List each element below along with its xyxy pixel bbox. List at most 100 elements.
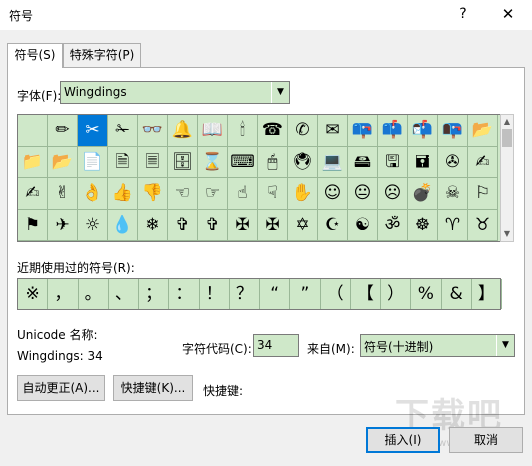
symbol-cell[interactable]: 📖 [198, 115, 228, 147]
insert-button[interactable]: 插入(I) [366, 427, 440, 453]
symbol-cell[interactable]: ☸ [408, 209, 438, 241]
close-button[interactable]: ✕ [496, 3, 520, 25]
chevron-down-icon[interactable]: ▼ [496, 335, 514, 356]
recent-symbol-cell[interactable]: % [411, 279, 442, 309]
symbol-grid-scrollbar[interactable]: ▲ ▼ [500, 114, 514, 242]
symbol-cell[interactable]: 📬 [408, 115, 438, 147]
symbol-cell[interactable]: ✠ [228, 209, 258, 241]
scroll-thumb[interactable] [502, 129, 512, 147]
recent-symbol-cell[interactable]: 、 [109, 279, 139, 309]
symbol-cell[interactable]: 🖲 [288, 146, 318, 178]
recent-symbol-cell[interactable]: 。 [79, 279, 109, 309]
symbol-cell[interactable]: ॐ [378, 209, 408, 241]
symbol-cell[interactable]: 🗄 [168, 146, 198, 178]
symbol-cell[interactable]: ☺ [318, 178, 348, 210]
recent-symbols[interactable]: ※，。、；：！？ “” （【）% &】 [17, 278, 502, 310]
chevron-down-icon[interactable]: ▼ [271, 82, 289, 103]
symbol-cell[interactable]: 📁 [18, 146, 48, 178]
recent-symbol-cell[interactable]: ※ [18, 279, 49, 309]
symbol-cell[interactable]: ☟ [258, 178, 288, 210]
symbol-cell[interactable]: ✇ [438, 146, 468, 178]
symbol-cell[interactable]: 📂 [48, 146, 78, 178]
cancel-button[interactable]: 取消 [449, 427, 523, 453]
symbol-cell[interactable]: ☪ [318, 209, 348, 241]
symbol-cell[interactable]: 💣 [408, 178, 438, 210]
from-select[interactable]: 符号(十进制) ▼ [360, 334, 515, 357]
font-select[interactable]: Wingdings ▼ [60, 81, 290, 104]
symbol-cell[interactable]: ✈ [48, 209, 78, 241]
symbol-cell[interactable]: 😐 [348, 178, 378, 210]
char-code-input[interactable]: 34 [253, 334, 299, 357]
symbol-cell[interactable]: ⚑ [18, 209, 48, 241]
symbol-cell[interactable]: 👌 [78, 178, 108, 210]
recent-symbol-cell[interactable]: ！ [200, 279, 230, 309]
symbol-cell[interactable]: 🖬 [408, 146, 438, 178]
symbol-cell[interactable]: ✞ [168, 209, 198, 241]
symbol-cell[interactable]: ✍ [18, 178, 48, 210]
symbol-cell[interactable]: ☞ [198, 178, 228, 210]
symbol-cell[interactable]: ✋ [288, 178, 318, 210]
symbol-cell[interactable]: 📂 [468, 115, 498, 147]
shortcut-key-button[interactable]: 快捷键(K)... [113, 375, 193, 401]
recent-symbol-cell[interactable]: ； [139, 279, 170, 309]
symbol-cell[interactable]: 💻 [318, 146, 348, 178]
symbol-cell[interactable]: 📄 [78, 146, 108, 178]
symbol-cell[interactable]: 🖱 [258, 146, 288, 178]
symbol-cell[interactable]: ☜ [168, 178, 198, 210]
symbol-cell[interactable]: ✉ [318, 115, 348, 147]
autocorrect-button[interactable]: 自动更正(A)... [17, 375, 105, 401]
symbol-cell[interactable] [18, 115, 48, 147]
recent-symbol-cell[interactable]: “ [260, 279, 291, 309]
symbol-cell[interactable]: 📫 [378, 115, 408, 147]
symbol-cell[interactable]: ✁ [108, 115, 138, 147]
scroll-down-icon[interactable]: ▼ [501, 227, 513, 241]
symbol-cell[interactable]: 💧 [108, 209, 138, 241]
symbol-cell[interactable]: 🖴 [348, 146, 378, 178]
symbol-cell[interactable]: ✞ [198, 209, 228, 241]
symbol-cell[interactable]: ⌨ [228, 146, 258, 178]
symbol-cell[interactable]: 📭 [438, 115, 468, 147]
title-bar: 符号 ? ✕ [0, 0, 532, 30]
scroll-up-icon[interactable]: ▲ [501, 115, 513, 129]
symbol-cell[interactable]: 🗏 [138, 146, 168, 178]
tab-special-characters[interactable]: 特殊字符(P) [63, 43, 141, 67]
symbol-cell[interactable]: ⌛ [198, 146, 228, 178]
symbol-cell[interactable]: ☠ [438, 178, 468, 210]
symbol-cell[interactable]: 👓 [138, 115, 168, 147]
symbol-cell[interactable]: ☹ [378, 178, 408, 210]
help-button[interactable]: ? [452, 3, 474, 25]
symbol-cell[interactable]: ☯ [348, 209, 378, 241]
symbol-cell[interactable]: ✆ [288, 115, 318, 147]
symbol-cell[interactable]: ✠ [258, 209, 288, 241]
symbol-cell[interactable]: ✏ [48, 115, 78, 147]
recent-symbol-cell[interactable]: 【 [351, 279, 381, 309]
recent-symbol-cell[interactable]: ？ [230, 279, 260, 309]
symbol-cell[interactable]: 🔔 [168, 115, 198, 147]
recent-symbol-cell[interactable]: ） [381, 279, 412, 309]
symbol-cell[interactable]: 🖫 [378, 146, 408, 178]
recent-symbol-cell[interactable]: ” [290, 279, 321, 309]
symbol-cell[interactable]: ☎ [258, 115, 288, 147]
tab-symbols[interactable]: 符号(S) [7, 43, 63, 68]
symbol-cell[interactable]: ✡ [288, 209, 318, 241]
symbol-cell[interactable]: ⚐ [468, 178, 498, 210]
recent-symbol-cell[interactable]: 】 [472, 279, 502, 309]
symbol-cell[interactable]: 🕯 [228, 115, 258, 147]
symbol-cell[interactable]: ✂ [78, 115, 108, 147]
recent-symbol-cell[interactable]: ： [169, 279, 200, 309]
symbol-cell[interactable]: 📪 [348, 115, 378, 147]
recent-symbol-cell[interactable]: （ [321, 279, 351, 309]
symbol-cell[interactable]: ❄ [138, 209, 168, 241]
symbol-cell[interactable]: 👍 [108, 178, 138, 210]
symbol-cell[interactable]: ♉ [468, 209, 498, 241]
symbol-cell[interactable]: ☼ [78, 209, 108, 241]
symbol-grid[interactable]: ✏ ✂ ✁ 👓 🔔 📖 🕯 ☎ ✆ ✉ 📪 📫 📬 📭 📂 📁 📂 📄 🗎 🗏 🗄 ⌛ ⌨ 🖱 🖲 💻 🖴 🖫 🖬 ✇ ✍ ✍ ✌ 👌 👍 👎 ☜ ☞ ☝ ☟… [17, 114, 501, 242]
recent-symbol-cell[interactable]: & [442, 279, 472, 309]
symbol-cell[interactable]: 👎 [138, 178, 168, 210]
recent-symbol-cell[interactable]: ， [48, 279, 79, 309]
symbol-cell[interactable]: ♈ [438, 209, 468, 241]
symbol-cell[interactable]: ☝ [228, 178, 258, 210]
symbol-cell[interactable]: ✌ [48, 178, 78, 210]
symbol-cell[interactable]: 🗎 [108, 146, 138, 178]
symbol-cell[interactable]: ✍ [468, 146, 498, 178]
